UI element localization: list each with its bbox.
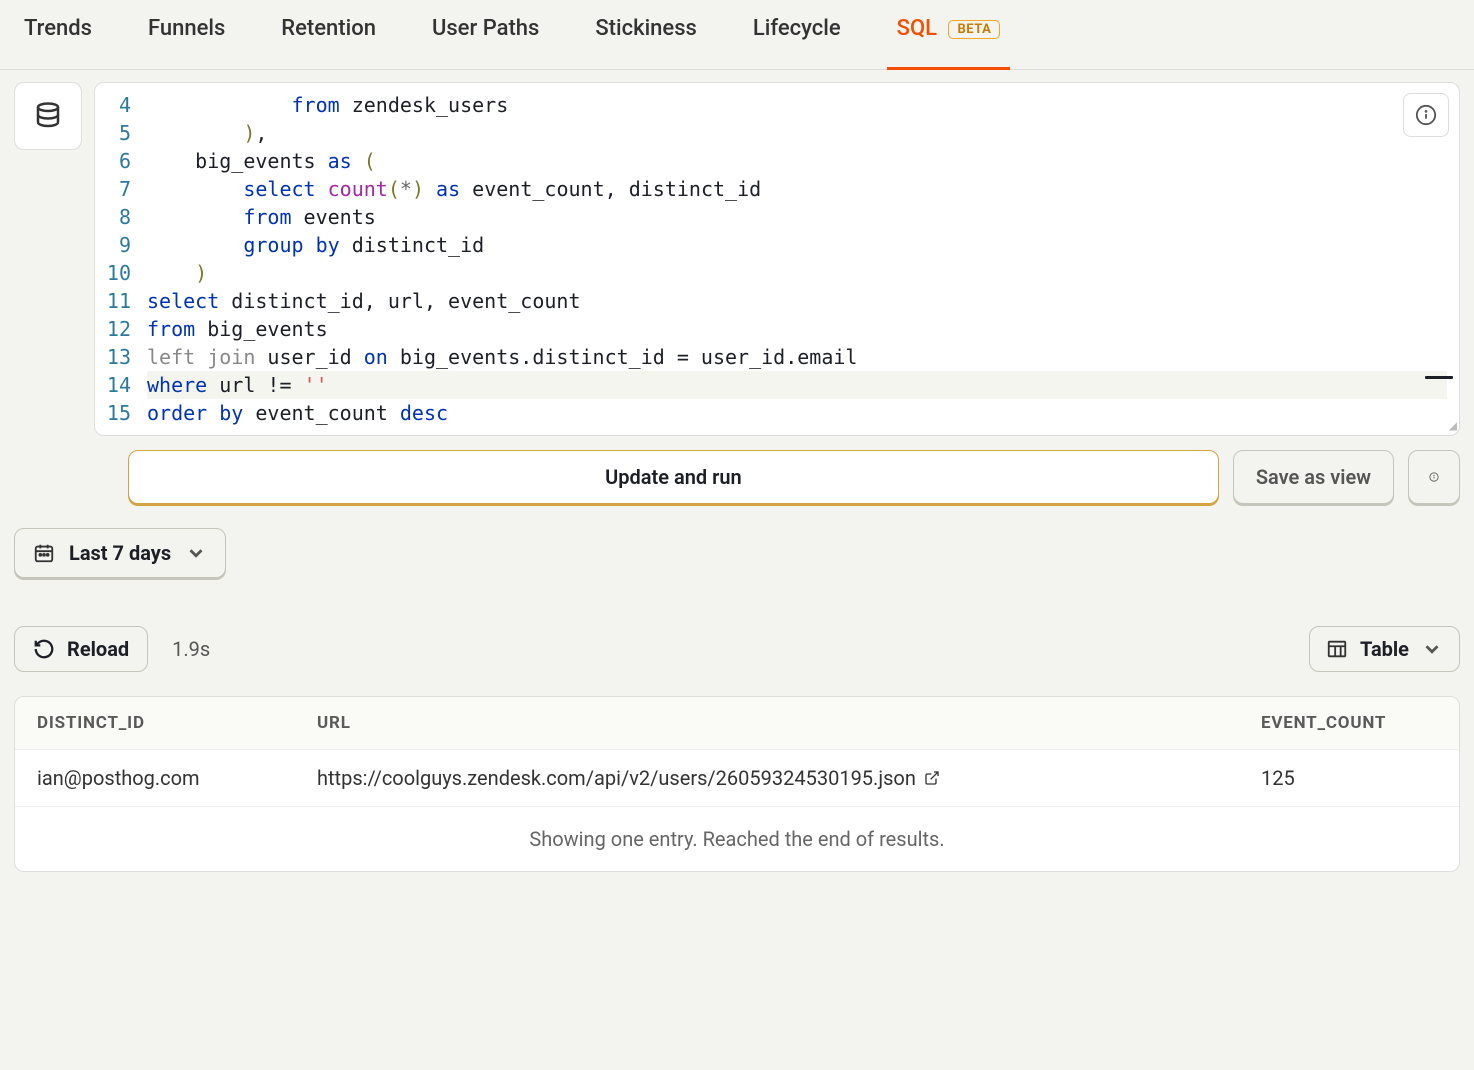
table-row[interactable]: ian@posthog.com https://coolguys.zendesk… [15, 750, 1459, 807]
cell-url-text: https://coolguys.zendesk.com/api/v2/user… [317, 766, 916, 790]
save-as-view-button[interactable]: Save as view [1233, 450, 1394, 504]
cell-url[interactable]: https://coolguys.zendesk.com/api/v2/user… [295, 750, 1239, 806]
reload-icon [33, 638, 55, 660]
query-timing: 1.9s [172, 637, 210, 661]
resize-handle[interactable]: ◢ [1449, 419, 1457, 433]
date-range-label: Last 7 days [69, 541, 171, 565]
column-header-distinct-id[interactable]: DISTINCT_ID [15, 697, 295, 749]
tab-trends[interactable]: Trends [14, 4, 102, 53]
reload-button[interactable]: Reload [14, 626, 148, 672]
column-header-url[interactable]: URL [295, 697, 1239, 749]
database-icon [33, 101, 63, 131]
tab-sql-label: SQL [897, 16, 937, 41]
date-range-picker[interactable]: Last 7 days [14, 528, 226, 578]
actions-info-button[interactable] [1408, 450, 1460, 504]
calendar-icon [33, 542, 55, 564]
editor-info-button[interactable] [1403, 93, 1449, 137]
tab-stickiness[interactable]: Stickiness [585, 4, 707, 53]
cell-distinct-id: ian@posthog.com [15, 750, 295, 806]
column-header-event-count[interactable]: EVENT_COUNT [1239, 697, 1459, 749]
minus-icon [1425, 376, 1453, 379]
cell-event-count: 125 [1239, 750, 1459, 806]
chevron-down-icon [185, 542, 207, 564]
tab-sql[interactable]: SQL BETA [887, 4, 1011, 53]
table-footer: Showing one entry. Reached the end of re… [15, 807, 1459, 871]
database-icon-button[interactable] [14, 82, 82, 150]
info-icon [1415, 104, 1437, 126]
tab-funnels[interactable]: Funnels [138, 4, 235, 53]
external-link-icon [924, 770, 940, 786]
tab-bar: Trends Funnels Retention User Paths Stic… [0, 4, 1474, 70]
info-icon [1429, 466, 1439, 488]
tab-retention[interactable]: Retention [271, 4, 386, 53]
table-header: DISTINCT_ID URL EVENT_COUNT [15, 697, 1459, 750]
update-and-run-button[interactable]: Update and run [128, 450, 1219, 504]
line-gutter: 456789101112131415 [95, 83, 147, 435]
view-mode-selector[interactable]: Table [1309, 626, 1460, 672]
table-icon [1326, 638, 1348, 660]
sql-editor[interactable]: 456789101112131415 from zendesk_users ),… [94, 82, 1460, 436]
tab-user-paths[interactable]: User Paths [422, 4, 549, 53]
chevron-down-icon [1421, 638, 1443, 660]
results-table: DISTINCT_ID URL EVENT_COUNT ian@posthog.… [14, 696, 1460, 872]
view-mode-label: Table [1360, 637, 1409, 661]
beta-badge: BETA [948, 20, 1000, 39]
tab-lifecycle[interactable]: Lifecycle [743, 4, 851, 53]
code-body[interactable]: from zendesk_users ), big_events as ( se… [147, 83, 1459, 435]
reload-label: Reload [67, 637, 129, 661]
